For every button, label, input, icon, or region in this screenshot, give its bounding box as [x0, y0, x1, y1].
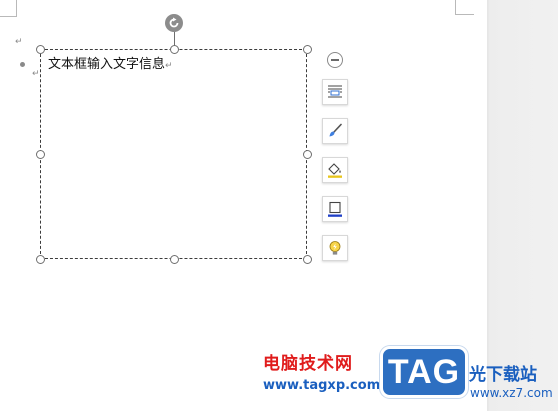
minus-circle-icon[interactable]: [327, 52, 343, 68]
text-wrap-icon: [328, 85, 342, 98]
resize-handle-bottom-left[interactable]: [36, 255, 45, 264]
text-wrap-button[interactable]: [322, 79, 348, 105]
outline-icon: [328, 201, 342, 217]
page-gutter: [487, 0, 558, 411]
resize-handle-top[interactable]: [170, 45, 179, 54]
outline-button[interactable]: [322, 196, 348, 222]
page-corner-marker-left: [0, 0, 17, 17]
tag-logo: TAG: [380, 346, 468, 398]
list-bullet: [20, 62, 25, 67]
resize-handle-top-right[interactable]: [303, 45, 312, 54]
resize-handle-right[interactable]: [303, 150, 312, 159]
paragraph-mark: ↵: [32, 69, 40, 79]
fill-button[interactable]: [322, 157, 348, 183]
shape-style-button[interactable]: [322, 118, 348, 144]
watermark-right-url: www.xz7.com: [470, 386, 553, 400]
paragraph-mark: ↵: [15, 37, 23, 47]
lightbulb-icon: [329, 241, 341, 255]
resize-handle-top-left[interactable]: [36, 45, 45, 54]
text-box-text: 文本框输入文字信息: [48, 57, 166, 72]
smart-tip-button[interactable]: [322, 235, 348, 261]
rotate-handle-icon[interactable]: [165, 14, 183, 32]
resize-handle-bottom[interactable]: [170, 255, 179, 264]
watermark-site-url: www.tagxp.com: [263, 378, 381, 393]
text-box-content[interactable]: 文本框输入文字信息↵: [48, 56, 173, 75]
resize-handle-left[interactable]: [36, 150, 45, 159]
page-corner-marker-right: [455, 0, 474, 15]
tag-logo-text: TAG: [387, 353, 461, 391]
text-box[interactable]: [40, 49, 307, 259]
resize-handle-bottom-right[interactable]: [303, 255, 312, 264]
watermark-right-text: 光下载站: [469, 365, 537, 385]
paragraph-mark: ↵: [165, 61, 173, 71]
watermark-site-name: 电脑技术网: [263, 354, 353, 374]
paintbrush-icon: [329, 123, 342, 137]
paint-bucket-icon: [328, 163, 342, 178]
